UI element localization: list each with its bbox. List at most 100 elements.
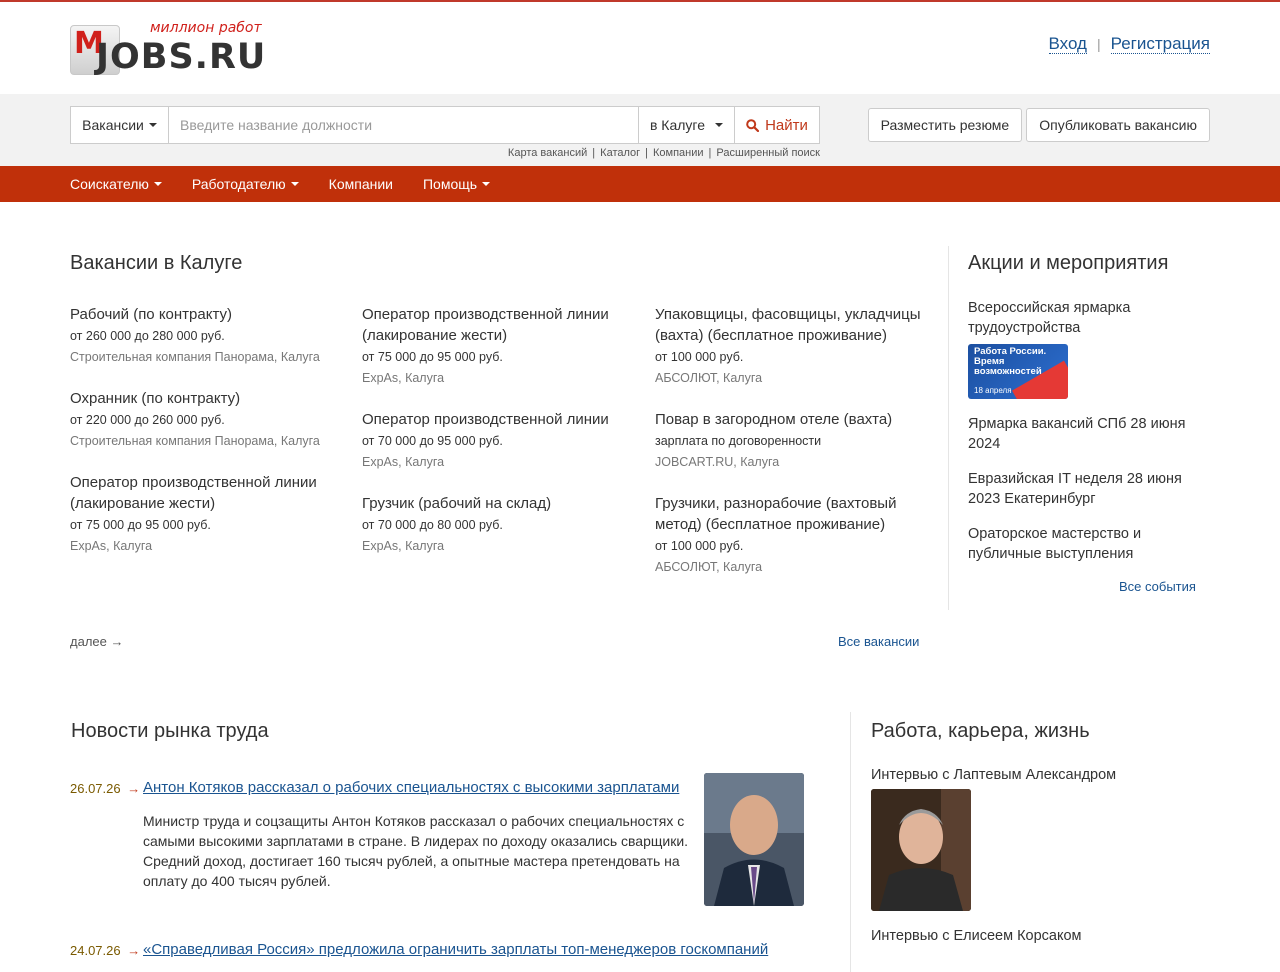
nav-item-jobseekers[interactable]: Соискателю	[70, 176, 162, 192]
portrait-photo	[871, 789, 971, 911]
vacancy-company: АБСОЛЮТ, Калуга	[655, 560, 763, 574]
site-header: M JOBS.RU миллион работ Вход | Регистрация	[0, 2, 1280, 94]
vacancy-salary: зарплата по договоренности	[655, 434, 822, 448]
event-item: Евразийская IT неделя 28 июня 2023 Екате…	[968, 469, 1208, 509]
event-link[interactable]: Ораторское мастерство и публичные выступ…	[968, 524, 1208, 564]
find-button-label: Найти	[765, 116, 808, 134]
search-type-dropdown[interactable]: Вакансии	[71, 107, 169, 143]
auth-links: Вход | Регистрация	[1048, 34, 1210, 54]
vacancy-company: Строительная компания Панорама, Калуга	[70, 434, 320, 448]
chevron-down-icon	[148, 123, 157, 127]
vacancy-salary: от 220 000 до 260 000 руб.	[70, 413, 225, 427]
sublink-separator: |	[592, 147, 596, 159]
advanced-search-link[interactable]: Расширенный поиск	[716, 147, 820, 159]
vacancy-card: Оператор производственной линии (лакиров…	[362, 304, 632, 385]
interview-link[interactable]: Интервью с Елисеем Корсаком	[871, 928, 1211, 944]
news-title-link[interactable]: Антон Котяков рассказал о рабочих специа…	[143, 779, 679, 796]
interview-item: Интервью с Лаптевым Александром	[871, 767, 1211, 911]
companies-link[interactable]: Компании	[653, 147, 704, 159]
city-dropdown[interactable]: в Калуге	[638, 107, 734, 143]
all-events-link[interactable]: Все события	[1119, 579, 1196, 594]
vacancy-card: Грузчики, разнорабочие (вахтовый метод) …	[655, 493, 925, 574]
vacancy-card: Рабочий (по контракту) от 260 000 до 280…	[70, 304, 340, 364]
login-link[interactable]: Вход	[1048, 34, 1087, 54]
vacancy-card: Оператор производственной линии (лакиров…	[70, 472, 340, 553]
search-icon	[746, 118, 760, 132]
vacancy-card: Грузчик (рабочий на склад) от 70 000 до …	[362, 493, 632, 553]
news-date: 24.07.26 →	[70, 943, 140, 958]
nav-item-companies[interactable]: Компании	[329, 176, 393, 192]
news-text: Министр труда и соцзащиты Антон Котяков …	[143, 813, 689, 889]
site-logo[interactable]: M JOBS.RU миллион работ	[70, 20, 272, 78]
event-link[interactable]: Евразийская IT неделя 28 июня 2023 Екате…	[968, 469, 1208, 509]
search-group: Вакансии в Калуге Найти	[70, 106, 820, 144]
vacancy-title-link[interactable]: Грузчики, разнорабочие (вахтовый метод) …	[655, 493, 925, 535]
arrow-right-icon: →	[127, 781, 141, 796]
vacancy-title-link[interactable]: Охранник (по контракту)	[70, 390, 240, 407]
vacancy-title-link[interactable]: Повар в загородном отеле (вахта)	[655, 409, 925, 430]
sublink-separator: |	[645, 147, 649, 159]
chevron-down-icon	[715, 123, 724, 127]
banner-text: Работа России. Время возможностей	[974, 346, 1047, 377]
news-photo[interactable]	[704, 773, 804, 906]
news-title-link[interactable]: «Справедливая Россия» предложила огранич…	[143, 941, 768, 958]
event-link[interactable]: Ярмарка вакансий СПб 28 июня 2024	[968, 414, 1208, 454]
banner-date: 18 апреля	[974, 386, 1012, 395]
event-item: Ораторское мастерство и публичные выступ…	[968, 524, 1208, 564]
catalog-link[interactable]: Каталог	[600, 147, 640, 159]
vacancy-company: JOBCART.RU, Калуга	[655, 455, 780, 469]
sublink-separator: |	[708, 147, 712, 159]
news-date-text: 26.07.26	[70, 781, 121, 796]
interview-link[interactable]: Интервью с Лаптевым Александром	[871, 767, 1211, 783]
vacancy-title-link[interactable]: Оператор производственной линии (лакиров…	[70, 472, 340, 514]
search-input[interactable]	[169, 107, 638, 143]
more-vacancies-link[interactable]: далее →	[70, 634, 123, 649]
vacancy-company: ExpAs, Калуга	[362, 455, 445, 469]
vacancy-card: Упаковщицы, фасовщицы, укладчицы (вахта)…	[655, 304, 925, 385]
vacancy-column: Рабочий (по контракту) от 260 000 до 280…	[70, 304, 340, 577]
event-link[interactable]: Всероссийская ярмарка трудоустройства	[968, 298, 1208, 338]
post-resume-button[interactable]: Разместить резюме	[867, 108, 1023, 142]
portrait-photo	[704, 773, 804, 906]
interview-item: Интервью с Елисеем Корсаком	[871, 928, 1211, 944]
all-vacancies-link[interactable]: Все вакансии	[838, 634, 919, 649]
nav-item-label: Соискателю	[70, 176, 149, 192]
vacancy-salary: от 100 000 руб.	[655, 539, 744, 553]
city-label: в Калуге	[649, 117, 706, 133]
vacancy-company: ExpAs, Калуга	[362, 539, 445, 553]
search-type-label: Вакансии	[82, 117, 144, 133]
post-vacancy-button[interactable]: Опубликовать вакансию	[1026, 108, 1210, 142]
career-title: Работа, карьера, жизнь	[871, 720, 1090, 742]
find-button[interactable]: Найти	[734, 107, 819, 143]
search-sublinks: Карта вакансий | Каталог | Компании | Расширен…	[508, 147, 820, 159]
chevron-down-icon	[290, 182, 299, 186]
vacancy-salary: от 70 000 до 95 000 руб.	[362, 434, 503, 448]
event-banner-image[interactable]: Работа России. Время возможностей 18 апр…	[968, 344, 1068, 399]
nav-item-employers[interactable]: Работодателю	[192, 176, 299, 192]
event-item: Всероссийская ярмарка трудоустройства Ра…	[968, 298, 1208, 399]
nav-item-label: Помощь	[422, 176, 478, 192]
vacancy-salary: от 260 000 до 280 000 руб.	[70, 329, 225, 343]
vacancy-salary: от 100 000 руб.	[655, 350, 744, 364]
vacancy-title-link[interactable]: Грузчик (рабочий на склад)	[362, 493, 632, 514]
vacancy-column: Оператор производственной линии (лакиров…	[362, 304, 632, 577]
logo-wordmark: JOBS.RU	[96, 37, 267, 77]
vacancy-column: Упаковщицы, фасовщицы, укладчицы (вахта)…	[655, 304, 925, 598]
vacancy-title-link[interactable]: Рабочий (по контракту)	[70, 306, 232, 323]
vacancy-map-link[interactable]: Карта вакансий	[508, 147, 587, 159]
vacancy-title-link[interactable]: Оператор производственной линии (лакиров…	[362, 304, 632, 346]
vacancy-title-link[interactable]: Оператор производственной линии	[362, 409, 632, 430]
nav-item-label: Работодателю	[191, 176, 286, 192]
interview-photo[interactable]	[871, 789, 971, 911]
vacancy-card: Повар в загородном отеле (вахта) зарплат…	[655, 409, 925, 469]
vacancy-salary: от 70 000 до 80 000 руб.	[362, 518, 503, 532]
vacancy-salary: от 75 000 до 95 000 руб.	[362, 350, 503, 364]
nav-item-help[interactable]: Помощь	[422, 176, 491, 192]
logo-tagline: миллион работ	[150, 20, 262, 36]
vacancy-title-link[interactable]: Упаковщицы, фасовщицы, укладчицы (вахта)…	[655, 304, 925, 346]
news-title: Новости рынка труда	[71, 720, 269, 742]
events-panel: Акции и мероприятия Всероссийская ярмарк…	[968, 252, 1208, 564]
auth-separator: |	[1096, 36, 1101, 52]
register-link[interactable]: Регистрация	[1110, 34, 1210, 54]
post-buttons: Разместить резюме Опубликовать вакансию	[867, 108, 1210, 142]
